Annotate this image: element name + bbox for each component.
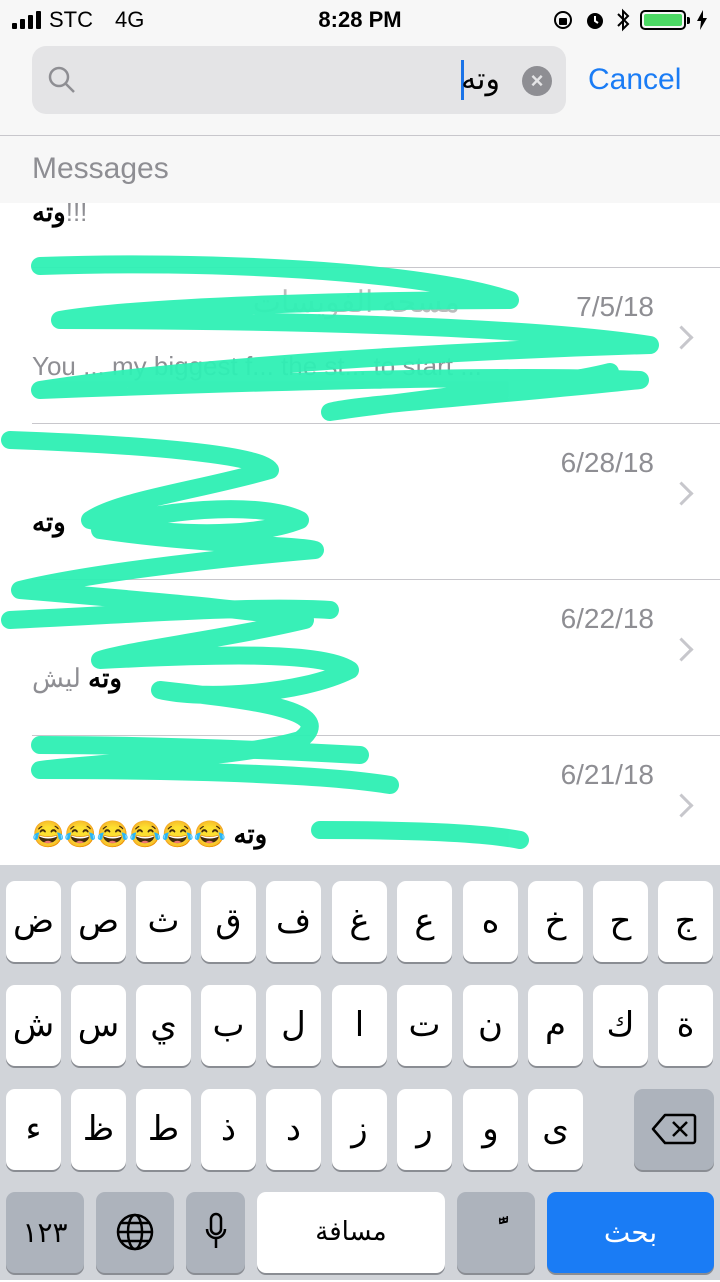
backspace-key[interactable]	[634, 1089, 714, 1170]
status-bar: STC 4G 8:28 PM	[0, 0, 720, 40]
key[interactable]: ف	[266, 881, 321, 962]
search-key[interactable]: بحث	[547, 1192, 714, 1273]
key[interactable]: ة	[658, 985, 713, 1066]
key[interactable]: ر	[397, 1089, 452, 1170]
row-separator	[32, 267, 720, 268]
search-icon	[48, 66, 75, 93]
key[interactable]: ص	[71, 881, 126, 962]
bluetooth-icon	[617, 8, 630, 32]
backspace-icon	[651, 1113, 697, 1145]
key[interactable]: ث	[136, 881, 191, 962]
key[interactable]: ا	[332, 985, 387, 1066]
row-separator	[32, 579, 720, 580]
preview-text: You ... my biggest f... the st... to sta…	[32, 351, 482, 381]
list-item[interactable]: 6/21/18 😂😂😂😂😂😂 وته	[0, 735, 720, 865]
section-header: Messages	[0, 136, 720, 203]
preview-text: ليش	[32, 663, 89, 693]
key[interactable]: ك	[593, 985, 648, 1066]
microphone-icon	[205, 1212, 226, 1248]
conversation-date: 7/5/18	[576, 291, 654, 322]
section-title: Messages	[32, 152, 169, 185]
key[interactable]: ظ	[71, 1089, 126, 1170]
key[interactable]: ء	[6, 1089, 61, 1170]
conversation-date: 6/22/18	[560, 603, 654, 634]
key[interactable]: ه	[463, 881, 518, 962]
key[interactable]: ى	[528, 1089, 583, 1170]
partial-rest: !!!	[65, 203, 88, 227]
key[interactable]: ق	[201, 881, 256, 962]
key[interactable]: ب	[201, 985, 256, 1066]
key[interactable]: ح	[593, 881, 648, 962]
conversation-name: مسحه الفويسات	[252, 286, 460, 319]
charging-icon	[697, 10, 707, 30]
chevron-right-icon	[669, 481, 694, 506]
key[interactable]: خ	[528, 881, 583, 962]
partial-result-row[interactable]: وته!!!	[32, 203, 87, 228]
message-preview: 😂😂😂😂😂😂 وته	[32, 819, 640, 850]
key[interactable]: ي	[136, 985, 191, 1066]
key[interactable]: ج	[658, 881, 713, 962]
keyboard: ض ص ث ق ف غ ع ه خ ح ج ش س ي ب ل ا ت ن م …	[0, 865, 720, 1280]
key[interactable]: غ	[332, 881, 387, 962]
chevron-right-icon	[669, 637, 694, 662]
search-query: وته	[461, 63, 500, 96]
list-item[interactable]: مسحه الفويسات 7/5/18 You ... my biggest …	[0, 267, 720, 423]
key[interactable]: د	[266, 1089, 321, 1170]
numbers-key[interactable]: ١٢٣	[6, 1192, 84, 1273]
partial-match: وته	[32, 203, 66, 227]
key[interactable]: ز	[332, 1089, 387, 1170]
diacritic-key[interactable]: ًّ	[457, 1192, 535, 1273]
message-preview: وته	[32, 507, 640, 538]
conversation-date: 6/28/18	[560, 447, 654, 478]
message-preview: وته ليش	[32, 663, 640, 694]
key[interactable]: ذ	[201, 1089, 256, 1170]
globe-icon	[116, 1213, 154, 1251]
key[interactable]: ت	[397, 985, 452, 1066]
search-bar: وته × Cancel	[0, 40, 720, 136]
key[interactable]: و	[463, 1089, 518, 1170]
key[interactable]: ل	[266, 985, 321, 1066]
key[interactable]: ش	[6, 985, 61, 1066]
preview-text: 😂😂😂😂😂😂	[32, 819, 234, 849]
key[interactable]: ض	[6, 881, 61, 962]
search-input[interactable]: وته ×	[32, 46, 566, 114]
key[interactable]: س	[71, 985, 126, 1066]
preview-match: وته	[88, 663, 122, 693]
key[interactable]: ن	[463, 985, 518, 1066]
chevron-right-icon	[669, 325, 694, 350]
chevron-right-icon	[669, 793, 694, 818]
orientation-lock-icon	[554, 11, 572, 29]
list-item[interactable]: 6/22/18 وته ليش	[0, 579, 720, 735]
list-item[interactable]: 6/28/18 وته	[0, 423, 720, 579]
globe-key[interactable]	[96, 1192, 174, 1273]
row-separator	[32, 735, 720, 736]
key[interactable]: م	[528, 985, 583, 1066]
key[interactable]: ع	[397, 881, 452, 962]
results-list: وته!!! مسحه الفويسات 7/5/18 You ... my b…	[0, 203, 720, 865]
row-separator	[32, 423, 720, 424]
battery-icon	[640, 10, 690, 30]
clear-search-button[interactable]: ×	[522, 66, 552, 96]
message-preview: You ... my biggest f... the st... to sta…	[32, 351, 640, 382]
key[interactable]: ط	[136, 1089, 191, 1170]
preview-match: وته	[32, 507, 66, 537]
conversation-date: 6/21/18	[560, 759, 654, 790]
alarm-icon	[587, 13, 603, 29]
cancel-button[interactable]: Cancel	[588, 60, 681, 100]
preview-match: وته	[233, 819, 268, 849]
dictation-key[interactable]	[186, 1192, 245, 1273]
space-key[interactable]: مسافة	[257, 1192, 445, 1273]
status-bar-right	[552, 6, 708, 34]
